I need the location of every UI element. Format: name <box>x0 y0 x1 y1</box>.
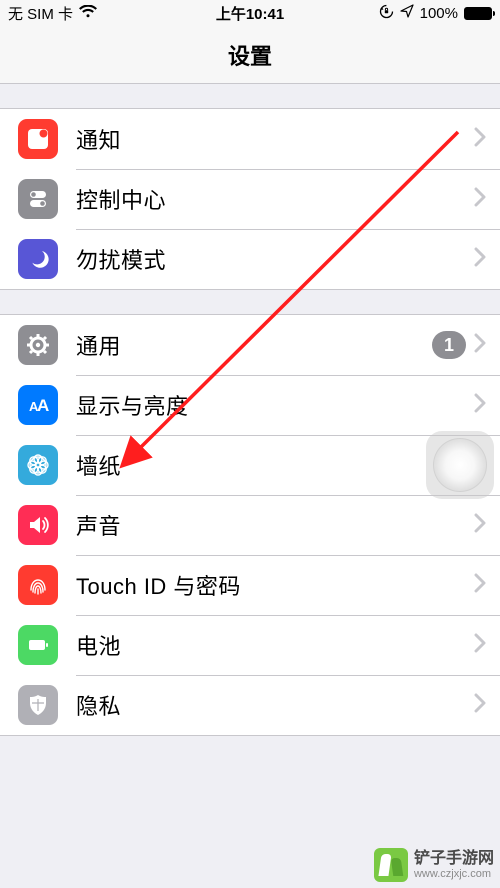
display-icon: AA <box>18 385 58 425</box>
control-center-icon <box>18 179 58 219</box>
row-wallpaper[interactable]: 墙纸 <box>0 435 500 495</box>
battery-icon <box>464 7 492 20</box>
chevron-right-icon <box>474 127 486 152</box>
row-label: 墙纸 <box>76 449 466 481</box>
row-control-center[interactable]: 控制中心 <box>0 169 500 229</box>
battery-percent: 100% <box>420 5 458 22</box>
chevron-right-icon <box>474 333 486 358</box>
page-title: 设置 <box>228 39 272 71</box>
row-do-not-disturb[interactable]: 勿扰模式 <box>0 229 500 289</box>
row-general[interactable]: 通用 1 <box>0 315 500 375</box>
watermark-name: 铲子手游网 <box>414 850 494 868</box>
row-battery[interactable]: 电池 <box>0 615 500 675</box>
assistive-touch-button[interactable] <box>426 431 494 499</box>
group-gap <box>0 290 500 314</box>
status-bar: 无 SIM 卡 上午10:41 100% <box>0 0 500 26</box>
row-label: 隐私 <box>76 689 466 721</box>
assistive-touch-ring <box>433 438 487 492</box>
chevron-right-icon <box>474 693 486 718</box>
row-privacy[interactable]: 隐私 <box>0 675 500 735</box>
battery-row-icon <box>18 625 58 665</box>
watermark-text: 铲子手游网 www.czjxjc.com <box>414 850 494 880</box>
settings-group-1: 通知 控制中心 勿扰模式 <box>0 108 500 290</box>
row-label: Touch ID 与密码 <box>76 569 466 601</box>
rotation-lock-icon <box>379 4 394 23</box>
notification-badge: 1 <box>432 331 466 359</box>
chevron-right-icon <box>474 513 486 538</box>
wallpaper-icon <box>18 445 58 485</box>
dnd-icon <box>18 239 58 279</box>
row-touch-id[interactable]: Touch ID 与密码 <box>0 555 500 615</box>
row-label: 显示与亮度 <box>76 389 466 421</box>
privacy-icon <box>18 685 58 725</box>
location-icon <box>400 4 414 22</box>
watermark-url: www.czjxjc.com <box>414 868 494 880</box>
status-right: 100% <box>379 4 492 23</box>
chevron-right-icon <box>474 187 486 212</box>
row-label: 声音 <box>76 509 466 541</box>
row-label: 通用 <box>76 329 432 361</box>
wifi-icon <box>79 5 97 22</box>
settings-group-2: 通用 1 AA 显示与亮度 墙纸 声音 <box>0 314 500 736</box>
status-left: 无 SIM 卡 <box>8 3 97 24</box>
sound-icon <box>18 505 58 545</box>
row-sound[interactable]: 声音 <box>0 495 500 555</box>
general-icon <box>18 325 58 365</box>
notifications-icon <box>18 119 58 159</box>
watermark: 铲子手游网 www.czjxjc.com <box>374 848 494 882</box>
chevron-right-icon <box>474 633 486 658</box>
nav-header: 设置 <box>0 26 500 84</box>
carrier-text: 无 SIM 卡 <box>8 3 73 24</box>
chevron-right-icon <box>474 573 486 598</box>
row-label: 勿扰模式 <box>76 243 466 275</box>
row-display-brightness[interactable]: AA 显示与亮度 <box>0 375 500 435</box>
chevron-right-icon <box>474 247 486 272</box>
row-label: 电池 <box>76 629 466 661</box>
status-time: 上午10:41 <box>216 3 284 24</box>
row-label: 控制中心 <box>76 183 466 215</box>
touch-id-icon <box>18 565 58 605</box>
watermark-logo-icon <box>374 848 408 882</box>
svg-text:A: A <box>37 396 49 415</box>
chevron-right-icon <box>474 393 486 418</box>
row-label: 通知 <box>76 123 466 155</box>
group-gap <box>0 84 500 108</box>
row-notifications[interactable]: 通知 <box>0 109 500 169</box>
